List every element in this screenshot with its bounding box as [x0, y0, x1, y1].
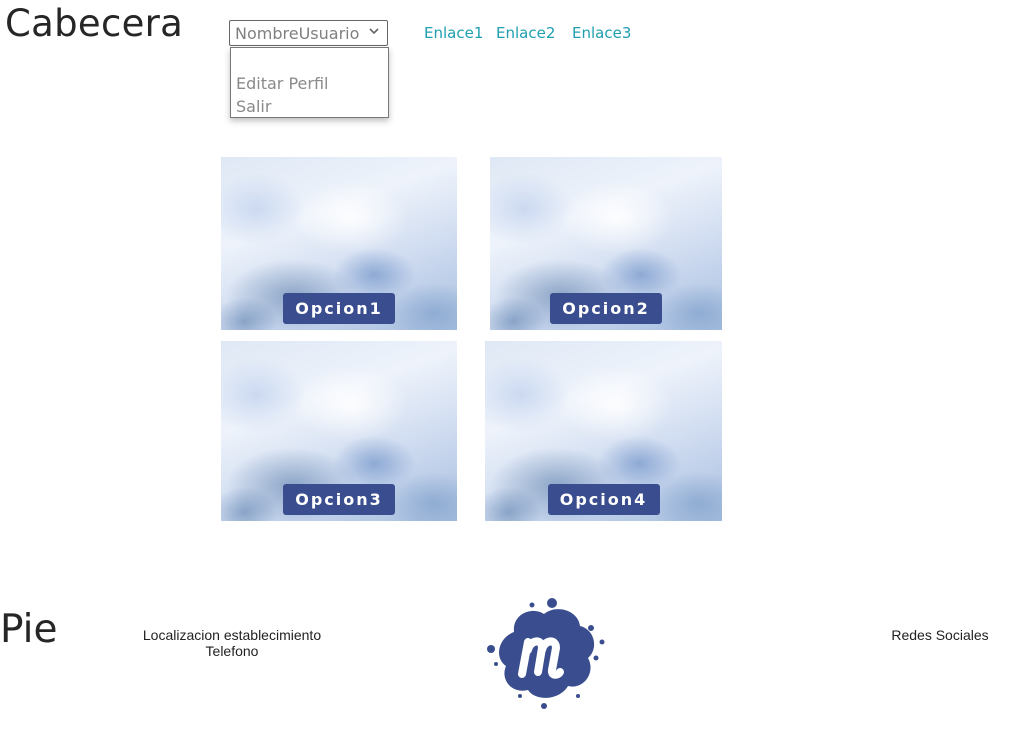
footer-phone: Telefono: [205, 643, 259, 659]
option-button-4[interactable]: Opcion4: [547, 484, 660, 515]
option-tile-1[interactable]: Opcion1: [221, 157, 457, 330]
menu-item-edit-profile[interactable]: Editar Perfil: [236, 74, 328, 93]
footer-location: Localizacion establecimiento: [142, 627, 322, 643]
user-select-value: NombreUsuario: [235, 23, 360, 43]
option-button-1[interactable]: Opcion1: [283, 293, 395, 324]
footer-social-networks[interactable]: Redes Sociales: [870, 627, 1010, 643]
meetup-logo-icon: [487, 598, 605, 709]
option-tile-2[interactable]: Opcion2: [490, 157, 722, 330]
nav-link-2[interactable]: Enlace2: [496, 24, 555, 42]
user-dropdown-menu: Editar Perfil Salir: [230, 47, 389, 118]
footer-contact-info: Localizacion establecimiento Telefono: [128, 627, 336, 659]
chevron-down-icon: [369, 28, 379, 35]
option-button-2[interactable]: Opcion2: [550, 293, 662, 324]
option-tile-3[interactable]: Opcion3: [221, 341, 457, 521]
nav-link-1[interactable]: Enlace1: [424, 24, 483, 42]
footer-title: Pie: [0, 607, 58, 652]
user-select[interactable]: NombreUsuario: [229, 20, 388, 46]
menu-item-logout[interactable]: Salir: [236, 97, 271, 116]
option-button-3[interactable]: Opcion3: [283, 484, 395, 515]
header-title: Cabecera: [5, 2, 184, 45]
option-tile-4[interactable]: Opcion4: [485, 341, 722, 521]
nav-link-3[interactable]: Enlace3: [572, 24, 631, 42]
